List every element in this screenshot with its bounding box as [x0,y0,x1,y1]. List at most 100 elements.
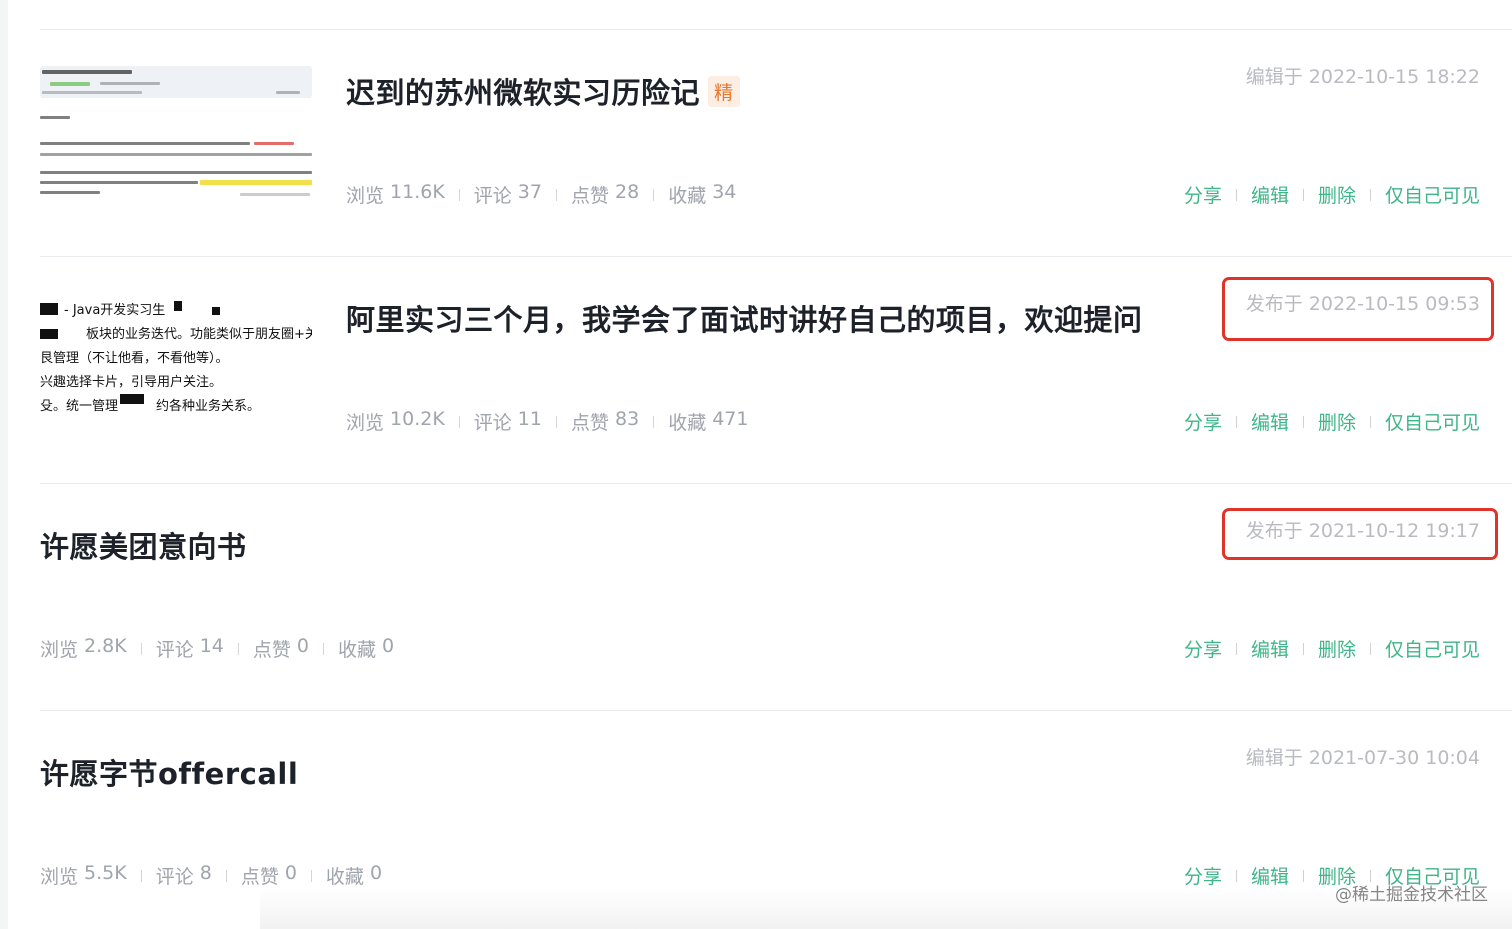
article-title[interactable]: 许愿美团意向书 [40,524,247,566]
divider [1369,415,1371,428]
article-thumbnail[interactable] [40,60,312,210]
share-button[interactable]: 分享 [1184,408,1222,435]
favorites-label: 收藏 [668,185,707,207]
likes-label: 点赞 [570,185,609,207]
favorites-stat: 收藏 471 [668,408,748,435]
views-label: 浏览 [40,866,79,888]
thumb-text-line: - Java开发实习生 [64,303,166,318]
divider [458,415,460,428]
thumb-text-line: 艮管理（不让他看，不看他等）。 [40,351,229,366]
divider [237,642,239,655]
article-item[interactable]: 许愿美团意向书 发布于 2021-10-12 19:17 浏览 2.8K 评论 14… [40,483,1512,710]
divider [1235,869,1237,882]
likes-stat: 点赞 0 [241,862,297,889]
divider [1235,188,1237,201]
article-title-text[interactable]: 许愿字节offercall [40,757,298,791]
divider [225,869,227,882]
thumb-text-line: 约各种业务关系。 [156,399,261,414]
comments-stat: 评论 8 [156,862,212,889]
visibility-button[interactable]: 仅自己可见 [1385,408,1480,435]
divider [1369,642,1371,655]
divider [1235,642,1237,655]
featured-badge: 精 [708,75,740,107]
visibility-button[interactable]: 仅自己可见 [1385,635,1480,662]
article-title-text[interactable]: 许愿美团意向书 [40,530,247,564]
delete-button[interactable]: 删除 [1318,408,1356,435]
divider [1235,415,1237,428]
comments-count: 8 [199,862,212,884]
article-actions: 分享 编辑 删除 仅自己可见 [1184,181,1480,208]
favorites-count: 0 [369,862,383,884]
share-button[interactable]: 分享 [1184,181,1222,208]
likes-count: 0 [284,862,297,884]
favorites-count: 34 [712,181,737,203]
views-stat: 浏览 11.6K [346,181,445,208]
article-title-text[interactable]: 迟到的苏州微软实习历险记 [346,76,700,110]
divider [1302,642,1304,655]
article-actions: 分享 编辑 删除 仅自己可见 [1184,635,1480,662]
highlight-box [1222,277,1494,341]
divider [555,415,557,428]
favorites-stat: 收藏 0 [326,862,382,889]
divider [140,642,142,655]
article-title[interactable]: 迟到的苏州微软实习历险记精 [346,70,740,112]
views-count: 11.6K [390,181,445,203]
article-date: 编辑于 2021-07-30 10:04 [1245,747,1480,769]
delete-button[interactable]: 删除 [1318,635,1356,662]
article-title[interactable]: 许愿字节offercall [40,751,298,793]
divider [458,188,460,201]
edit-button[interactable]: 编辑 [1251,181,1289,208]
thumb-text-line: 板块的业务迭代。功能类似于朋友圈+关 [86,327,312,342]
share-button[interactable]: 分享 [1184,635,1222,662]
article-title[interactable]: 阿里实习三个月，我学会了面试时讲好自己的项目，欢迎提问 [346,297,1143,339]
visibility-button[interactable]: 仅自己可见 [1385,181,1480,208]
divider [555,188,557,201]
favorites-label: 收藏 [338,639,377,661]
likes-stat: 点赞 83 [571,408,639,435]
page-left-edge [0,0,8,929]
divider [310,869,312,882]
article-actions: 分享 编辑 删除 仅自己可见 [1184,408,1480,435]
edit-button[interactable]: 编辑 [1251,408,1289,435]
article-stats: 浏览 5.5K 评论 8 点赞 0 收藏 0 [40,862,382,889]
likes-stat: 点赞 0 [253,635,309,662]
views-stat: 浏览 5.5K [40,862,127,889]
likes-count: 83 [615,408,640,430]
likes-label: 点赞 [570,412,609,434]
share-button[interactable]: 分享 [1184,862,1222,889]
highlight-box [1222,508,1498,560]
article-item[interactable]: 迟到的苏州微软实习历险记精 编辑于 2022-10-15 18:22 浏览 11.… [40,29,1512,256]
article-stats: 浏览 2.8K 评论 14 点赞 0 收藏 0 [40,635,394,662]
divider [653,415,655,428]
divider [323,642,325,655]
favorites-label: 收藏 [668,412,707,434]
divider [1302,415,1304,428]
article-thumbnail[interactable]: - Java开发实习生 板块的业务迭代。功能类似于朋友圈+关 艮管理（不让他看，… [40,287,312,437]
bottom-shadow [260,889,1512,929]
article-stats: 浏览 11.6K 评论 37 点赞 28 收藏 34 [346,181,736,208]
divider [1369,188,1371,201]
comments-label: 评论 [473,412,512,434]
favorites-label: 收藏 [325,866,364,888]
views-count: 5.5K [84,862,127,884]
article-title-text[interactable]: 阿里实习三个月，我学会了面试时讲好自己的项目，欢迎提问 [346,303,1143,337]
comments-stat: 评论 11 [474,408,542,435]
comments-count: 14 [199,635,224,657]
views-count: 2.8K [84,635,127,657]
comments-count: 37 [517,181,542,203]
views-label: 浏览 [346,185,385,207]
divider [653,188,655,201]
likes-stat: 点赞 28 [571,181,639,208]
favorites-count: 0 [382,635,395,657]
comments-stat: 评论 37 [474,181,542,208]
article-stats: 浏览 10.2K 评论 11 点赞 83 收藏 471 [346,408,748,435]
views-count: 10.2K [390,408,445,430]
comments-label: 评论 [155,866,194,888]
favorites-stat: 收藏 0 [338,635,394,662]
article-item[interactable]: - Java开发实习生 板块的业务迭代。功能类似于朋友圈+关 艮管理（不让他看，… [40,256,1512,483]
delete-button[interactable]: 删除 [1318,181,1356,208]
views-stat: 浏览 2.8K [40,635,127,662]
divider [1302,188,1304,201]
edit-button[interactable]: 编辑 [1251,635,1289,662]
edit-button[interactable]: 编辑 [1251,862,1289,889]
